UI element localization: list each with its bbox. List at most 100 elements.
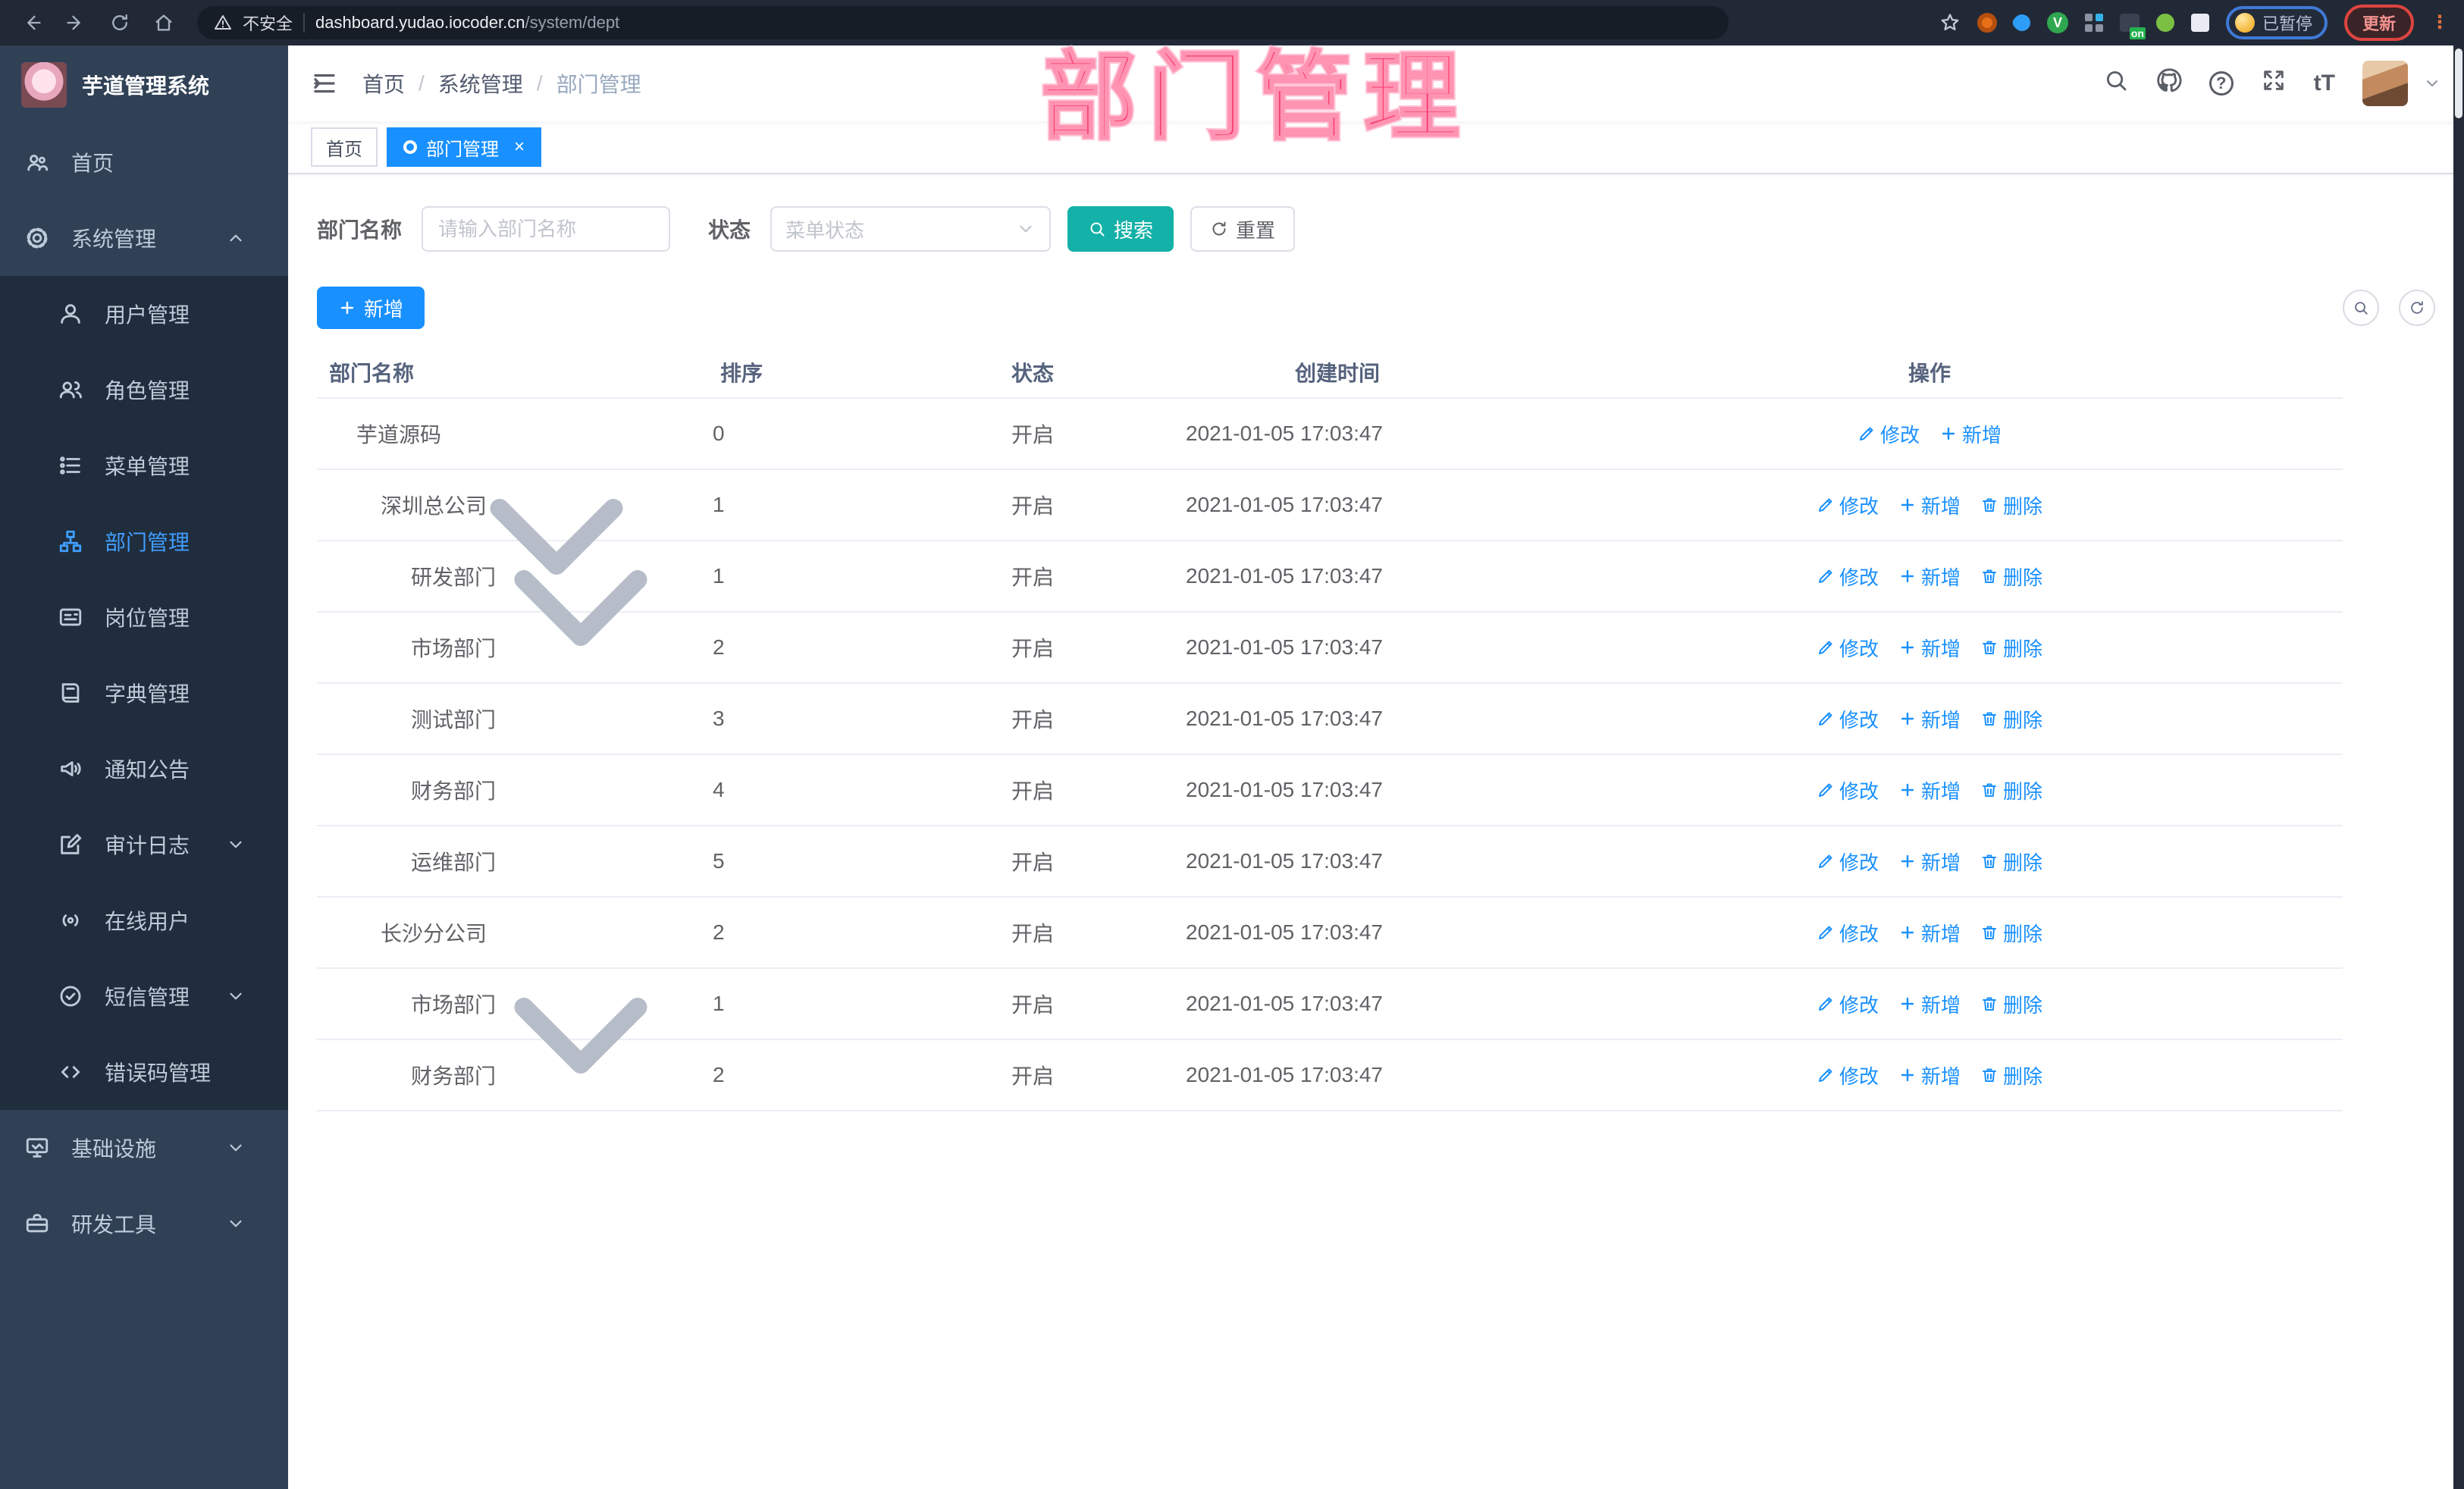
dept-name: 深圳总公司 — [381, 494, 487, 518]
extension-grid-icon[interactable] — [2084, 14, 2103, 32]
dept-sort: 3 — [713, 707, 725, 730]
sidebar-item-infrastructure[interactable]: 基础设施 — [0, 1110, 288, 1186]
delete-link[interactable]: 删除 — [1980, 990, 2042, 1018]
add-link[interactable]: 新增 — [1898, 563, 1961, 591]
reset-button[interactable]: 重置 — [1190, 206, 1296, 252]
sidebar-item-sms-mgmt[interactable]: 短信管理 — [0, 958, 288, 1034]
breadcrumb-home[interactable]: 首页 — [362, 68, 405, 99]
delete-link[interactable]: 删除 — [1980, 919, 2042, 947]
delete-link[interactable]: 删除 — [1980, 491, 2042, 519]
edit-link[interactable]: 修改 — [1817, 563, 1879, 591]
bookmark-star-icon[interactable] — [1939, 12, 1961, 33]
expand-arrow-icon[interactable] — [353, 494, 375, 516]
profile-paused-pill[interactable]: 已暂停 — [2225, 6, 2328, 39]
help-icon[interactable]: ? — [2209, 71, 2234, 96]
refresh-table-button[interactable] — [2399, 290, 2435, 326]
extension-orange-icon[interactable] — [1977, 13, 1997, 33]
app-logo-bar[interactable]: 芋道管理系统 — [0, 45, 288, 124]
sidebar-item-error-code-mgmt[interactable]: 错误码管理 — [0, 1034, 288, 1110]
sidebar-item-user-mgmt[interactable]: 用户管理 — [0, 276, 288, 352]
edit-link[interactable]: 修改 — [1817, 491, 1879, 519]
status-select[interactable]: 菜单状态 — [770, 206, 1052, 252]
page-scrollbar[interactable] — [2453, 45, 2464, 1489]
add-button[interactable]: 新增 — [317, 287, 425, 329]
search-icon[interactable] — [2103, 67, 2129, 99]
browser-forward-button[interactable] — [59, 6, 92, 39]
breadcrumb: 首页 / 系统管理 / 部门管理 — [362, 68, 641, 99]
dept-status: 开启 — [1011, 993, 1055, 1017]
add-link[interactable]: 新增 — [1898, 634, 1961, 662]
edit-link[interactable]: 修改 — [1857, 420, 1920, 448]
sidebar-item-system-mgmt[interactable]: 系统管理 — [0, 200, 288, 276]
add-link[interactable]: 新增 — [1898, 1061, 1961, 1089]
sidebar-item-label: 首页 — [71, 152, 114, 175]
edit-link[interactable]: 修改 — [1817, 848, 1879, 876]
tab-home[interactable]: 首页 — [311, 127, 378, 167]
dept-name-input[interactable] — [422, 206, 671, 252]
browser-back-button[interactable] — [15, 6, 49, 39]
avatar-caret-down-icon[interactable] — [2423, 74, 2441, 92]
sidebar-item-menu-mgmt[interactable]: 菜单管理 — [0, 428, 288, 503]
profile-emoji-avatar — [2234, 13, 2255, 33]
expand-arrow-icon[interactable] — [329, 423, 350, 444]
address-divider — [303, 13, 306, 33]
edit-link[interactable]: 修改 — [1817, 634, 1879, 662]
delete-link[interactable]: 删除 — [1980, 1061, 2042, 1089]
toggle-search-button[interactable] — [2343, 290, 2379, 326]
breadcrumb-system-mgmt[interactable]: 系统管理 — [438, 68, 523, 99]
add-link[interactable]: 新增 — [1898, 776, 1961, 804]
dept-status: 开启 — [1011, 423, 1055, 447]
sidebar-item-audit-log[interactable]: 审计日志 — [0, 807, 288, 882]
dept-sort: 1 — [713, 992, 725, 1015]
edit-link[interactable]: 修改 — [1817, 990, 1879, 1018]
search-button[interactable]: 搜索 — [1067, 206, 1174, 252]
dept-name: 运维部门 — [411, 851, 497, 874]
add-link[interactable]: 新增 — [1939, 420, 2002, 448]
sidebar-item-role-mgmt[interactable]: 角色管理 — [0, 352, 288, 428]
dict-book-icon — [58, 680, 83, 706]
address-bar[interactable]: 不安全 dashboard.yudao.iocoder.cn/system/de… — [197, 6, 1729, 39]
edit-link[interactable]: 修改 — [1817, 1061, 1879, 1089]
sidebar-item-notice[interactable]: 通知公告 — [0, 731, 288, 807]
delete-link[interactable]: 删除 — [1980, 634, 2042, 662]
browser-home-button[interactable] — [147, 6, 180, 39]
user-avatar[interactable] — [2362, 61, 2408, 106]
close-tab-icon[interactable]: × — [514, 136, 525, 158]
sidebar-toggle-icon[interactable] — [311, 70, 338, 97]
sidebar-item-dept-mgmt[interactable]: 部门管理 — [0, 503, 288, 579]
delete-link[interactable]: 删除 — [1980, 848, 2042, 876]
expand-arrow-icon[interactable] — [353, 922, 375, 943]
extension-puzzle-icon[interactable] — [2190, 14, 2209, 32]
scrollbar-thumb[interactable] — [2455, 49, 2462, 118]
browser-update-button[interactable]: 更新 — [2343, 5, 2414, 41]
sidebar-item-dict-mgmt[interactable]: 字典管理 — [0, 655, 288, 731]
edit-link[interactable]: 修改 — [1817, 705, 1879, 733]
add-link[interactable]: 新增 — [1898, 848, 1961, 876]
add-link[interactable]: 新增 — [1898, 705, 1961, 733]
browser-menu-icon[interactable]: ⋮ — [2431, 14, 2449, 32]
delete-link[interactable]: 删除 — [1980, 705, 2042, 733]
tab-dept-mgmt[interactable]: 部门管理 × — [387, 127, 542, 167]
dept-sort: 4 — [713, 778, 725, 801]
delete-link[interactable]: 删除 — [1980, 563, 2042, 591]
edit-link[interactable]: 修改 — [1817, 776, 1879, 804]
font-size-icon[interactable]: tT — [2314, 71, 2335, 96]
extension-on-badge-icon[interactable]: on — [2119, 14, 2146, 39]
sidebar-item-online-users[interactable]: 在线用户 — [0, 882, 288, 958]
sidebar-item-devtools[interactable]: 研发工具 — [0, 1186, 288, 1262]
sidebar-item-post-mgmt[interactable]: 岗位管理 — [0, 579, 288, 655]
edit-link[interactable]: 修改 — [1817, 919, 1879, 947]
browser-reload-button[interactable] — [103, 6, 136, 39]
extension-person-icon[interactable] — [2155, 14, 2174, 32]
github-icon[interactable] — [2156, 67, 2182, 99]
fullscreen-icon[interactable] — [2261, 67, 2287, 99]
audit-log-icon — [58, 832, 83, 857]
extension-green-check-icon[interactable]: V — [2046, 12, 2068, 33]
add-link[interactable]: 新增 — [1898, 491, 1961, 519]
add-link[interactable]: 新增 — [1898, 919, 1961, 947]
home-icon — [24, 149, 50, 175]
delete-link[interactable]: 删除 — [1980, 776, 2042, 804]
add-link[interactable]: 新增 — [1898, 990, 1961, 1018]
extension-drop-icon[interactable] — [2010, 11, 2034, 35]
sidebar-item-home[interactable]: 首页 — [0, 124, 288, 200]
